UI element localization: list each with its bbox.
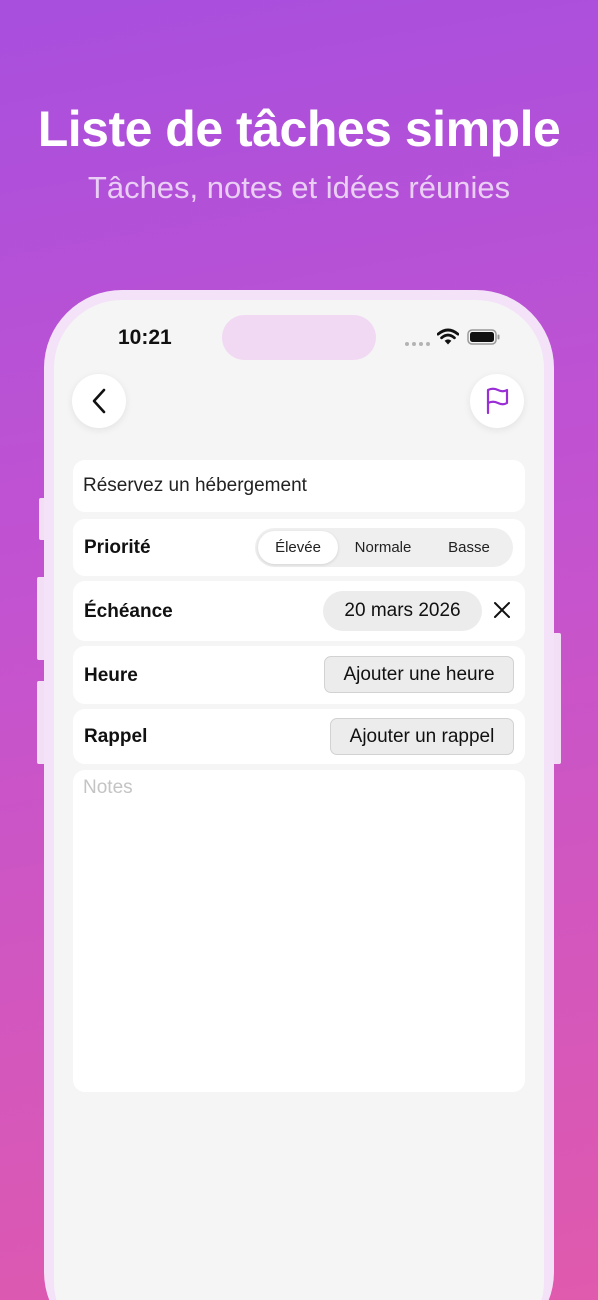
promo-subtitle: Tâches, notes et idées réunies: [87, 170, 511, 205]
priority-segmented-control: Élevée Normale Basse: [255, 528, 513, 567]
hour-row: Heure Ajouter une heure: [73, 646, 525, 704]
status-time: 10:21: [118, 326, 172, 349]
priority-option-low[interactable]: Basse: [428, 531, 510, 564]
reminder-label: Rappel: [84, 726, 148, 747]
due-date-pill[interactable]: 20 mars 2026: [323, 591, 482, 631]
battery-icon: [467, 329, 500, 345]
hour-label: Heure: [84, 665, 138, 686]
promo-title: Liste de tâches simple: [37, 101, 561, 157]
phone-screen: 10:21 Priorité Élevée Normale Basse: [54, 300, 544, 1300]
back-button[interactable]: [72, 374, 126, 428]
priority-option-normal[interactable]: Normale: [338, 531, 428, 564]
notes-card: [73, 770, 525, 1092]
due-date-row: Échéance 20 mars 2026: [73, 581, 525, 641]
chevron-left-icon: [92, 388, 106, 414]
priority-option-high[interactable]: Élevée: [258, 531, 338, 564]
due-date-label: Échéance: [84, 601, 173, 622]
wifi-icon: [437, 328, 459, 345]
task-title-input[interactable]: [83, 460, 513, 512]
add-hour-button[interactable]: Ajouter une heure: [324, 656, 514, 693]
reminder-row: Rappel Ajouter un rappel: [73, 709, 525, 764]
notes-field[interactable]: [83, 777, 515, 1082]
task-title-card: [73, 460, 525, 512]
flag-button[interactable]: [470, 374, 524, 428]
priority-row: Priorité Élevée Normale Basse: [73, 519, 525, 576]
signal-dots-icon: [405, 342, 430, 346]
flag-icon: [486, 387, 509, 415]
add-reminder-button[interactable]: Ajouter un rappel: [330, 718, 514, 755]
clear-date-icon[interactable]: [492, 600, 512, 620]
dynamic-island: [222, 315, 376, 360]
priority-label: Priorité: [84, 537, 151, 558]
